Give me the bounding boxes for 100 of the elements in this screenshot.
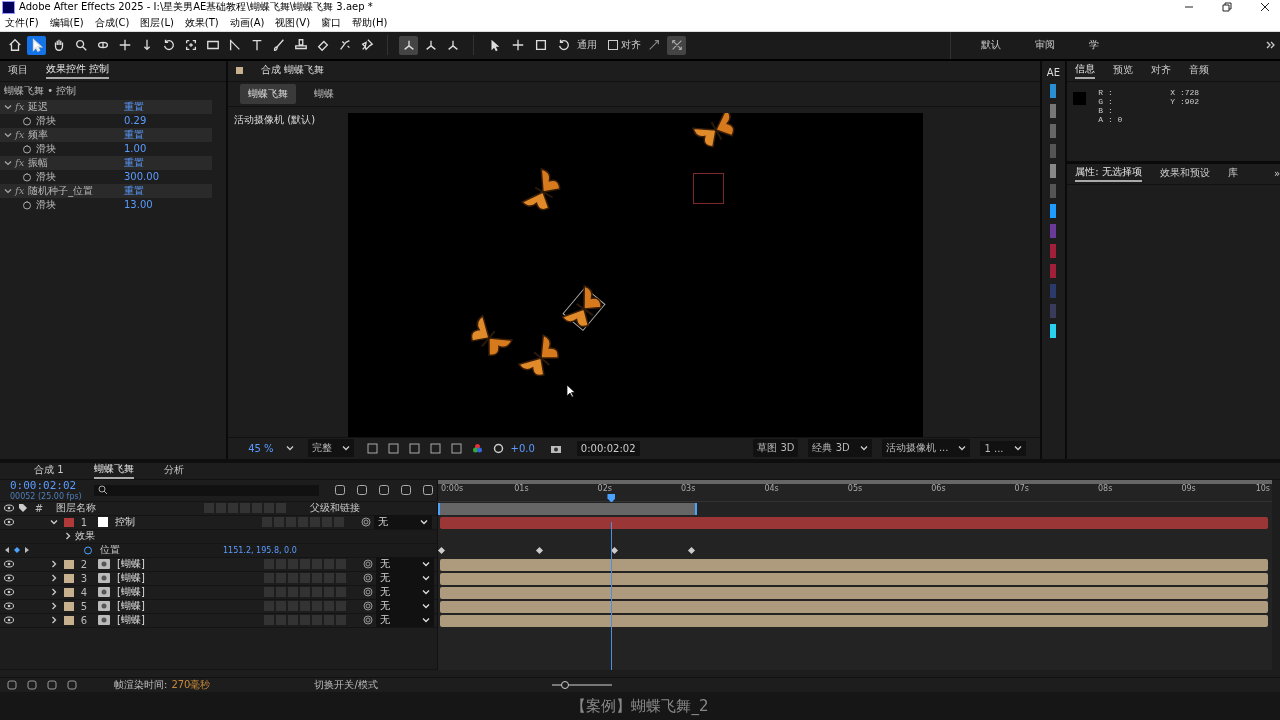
visibility-icon[interactable]: [4, 560, 14, 569]
close-icon[interactable]: [1260, 2, 1270, 13]
parent-dropdown[interactable]: 无: [376, 613, 434, 628]
chevron-down-icon[interactable]: [4, 130, 12, 139]
timeline-switch-icon[interactable]: [334, 484, 346, 497]
layer-bar[interactable]: [440, 586, 1268, 599]
pick-whip-icon[interactable]: [363, 601, 373, 612]
pointer-tool-button[interactable]: [27, 35, 46, 55]
time-navigator[interactable]: [438, 479, 1272, 484]
timeline-switch-icon[interactable]: [400, 484, 412, 497]
keyframe[interactable]: [535, 546, 543, 554]
effect-name[interactable]: 随机种子_位置: [28, 183, 125, 198]
chevron-right-icon[interactable]: [64, 532, 72, 541]
view-option-icon[interactable]: [408, 442, 420, 454]
color-channels-icon[interactable]: [471, 442, 483, 454]
label-color[interactable]: [64, 517, 74, 527]
layer-bar[interactable]: [440, 572, 1268, 585]
work-area-bar[interactable]: [438, 502, 697, 515]
pick-whip-icon[interactable]: [363, 587, 373, 598]
reset-link[interactable]: 重置: [124, 99, 145, 114]
panel-tab[interactable]: 效果控件 控制: [46, 62, 110, 80]
panel-tab[interactable]: 预览: [1113, 63, 1134, 79]
visibility-icon[interactable]: [4, 504, 14, 513]
script-button[interactable]: [1050, 323, 1057, 338]
grid-snap-button[interactable]: [667, 35, 686, 55]
label-color[interactable]: [64, 573, 74, 583]
renderer-dropdown[interactable]: 经典 3D: [808, 439, 872, 458]
exposure-value[interactable]: +0.0: [510, 442, 535, 454]
visibility-icon[interactable]: [4, 574, 14, 583]
more-panels-button[interactable]: »: [1273, 167, 1280, 180]
composition-breadcrumb[interactable]: 蝴蝶: [306, 83, 343, 104]
menu-item[interactable]: 动画(A): [229, 15, 265, 30]
layer-switches[interactable]: [262, 517, 346, 528]
layer-name[interactable]: [蝴蝶]: [117, 599, 257, 614]
parent-dropdown[interactable]: 无: [376, 585, 434, 600]
panel-tab[interactable]: 合成 蝴蝶飞舞: [261, 63, 325, 79]
caret-icon[interactable]: [285, 444, 294, 453]
plus-icon[interactable]: [511, 38, 525, 53]
zoom-slider-thumb[interactable]: [560, 681, 569, 690]
layer-name[interactable]: [蝴蝶]: [117, 571, 257, 586]
param-value[interactable]: 300.00: [124, 171, 159, 183]
param-value[interactable]: 13.00: [124, 199, 153, 211]
layer-name-header[interactable]: 图层名称: [56, 501, 196, 516]
chevron-down-icon[interactable]: [4, 158, 12, 167]
camera-dropdown[interactable]: 活动摄像机 ...: [881, 439, 971, 458]
script-button[interactable]: [1050, 203, 1057, 218]
menu-item[interactable]: 文件(F): [5, 15, 39, 30]
view-option-icon[interactable]: [366, 442, 378, 454]
parent-dropdown[interactable]: 无: [376, 599, 434, 614]
zoom-dropdown[interactable]: 45 %: [248, 442, 274, 454]
timeline-tab[interactable]: 分析: [163, 463, 184, 479]
timeline-tab[interactable]: 合成 1: [34, 463, 64, 479]
timecode[interactable]: 0:00:02:02: [10, 479, 82, 493]
panel-tab[interactable]: 音频: [1189, 63, 1210, 79]
panel-tab[interactable]: 库: [1227, 166, 1238, 182]
layer-bar[interactable]: [440, 614, 1268, 627]
visibility-icon[interactable]: [4, 602, 14, 611]
pick-whip-icon[interactable]: [363, 559, 373, 570]
reset-link[interactable]: 重置: [124, 155, 145, 170]
layer-switches[interactable]: [264, 559, 348, 570]
draft-3d-button[interactable]: 草图 3D: [753, 439, 799, 458]
label-color[interactable]: [64, 559, 74, 569]
pick-whip-icon[interactable]: [363, 573, 373, 584]
panel-tab[interactable]: 效果和预设: [1159, 166, 1210, 182]
effect-name[interactable]: 延迟: [28, 99, 125, 114]
effect-name[interactable]: 振幅: [28, 155, 125, 170]
property-group[interactable]: 效果: [75, 529, 95, 544]
toggle-modes-button[interactable]: 切换开关/模式: [314, 678, 378, 693]
current-time-field[interactable]: 0:00:02:02: [576, 440, 640, 456]
effect-name[interactable]: 频率: [28, 127, 125, 142]
timeline-switch-icon[interactable]: [378, 484, 390, 497]
stopwatch-icon[interactable]: [22, 115, 32, 126]
playhead-handle[interactable]: [607, 493, 616, 503]
stopwatch-icon[interactable]: [22, 143, 32, 154]
visibility-icon[interactable]: [4, 616, 14, 625]
rotate-icon[interactable]: [557, 38, 571, 53]
menu-item[interactable]: 效果(T): [184, 15, 219, 30]
view-option-icon[interactable]: [387, 442, 399, 454]
visibility-icon[interactable]: [4, 518, 14, 527]
panel-tab[interactable]: 对齐: [1151, 63, 1172, 79]
panel-tab[interactable]: 信息: [1075, 62, 1096, 80]
menu-item[interactable]: 窗口: [321, 15, 342, 30]
square-icon[interactable]: [534, 38, 548, 53]
axis-mode-button[interactable]: [399, 35, 418, 55]
timeline-switch-icon[interactable]: [356, 484, 368, 497]
label-icon[interactable]: [18, 503, 28, 514]
view-option-icon[interactable]: [429, 442, 441, 454]
script-button[interactable]: [1050, 103, 1057, 118]
workspace-tab[interactable]: 审阅: [1035, 38, 1055, 53]
parent-dropdown[interactable]: 无: [376, 557, 434, 572]
panel-tab[interactable]: 属性: 无选择项: [1075, 165, 1142, 183]
timeline-option-icon[interactable]: [27, 680, 37, 691]
keyframe[interactable]: [688, 546, 696, 554]
layer-switches[interactable]: [264, 587, 348, 598]
layer-switches[interactable]: [264, 601, 348, 612]
layer-switches[interactable]: [264, 573, 348, 584]
label-color[interactable]: [64, 601, 74, 611]
menu-item[interactable]: 合成(C): [94, 15, 130, 30]
parent-dropdown[interactable]: 无: [376, 571, 434, 586]
composition-breadcrumb[interactable]: 蝴蝶飞舞: [240, 83, 297, 104]
